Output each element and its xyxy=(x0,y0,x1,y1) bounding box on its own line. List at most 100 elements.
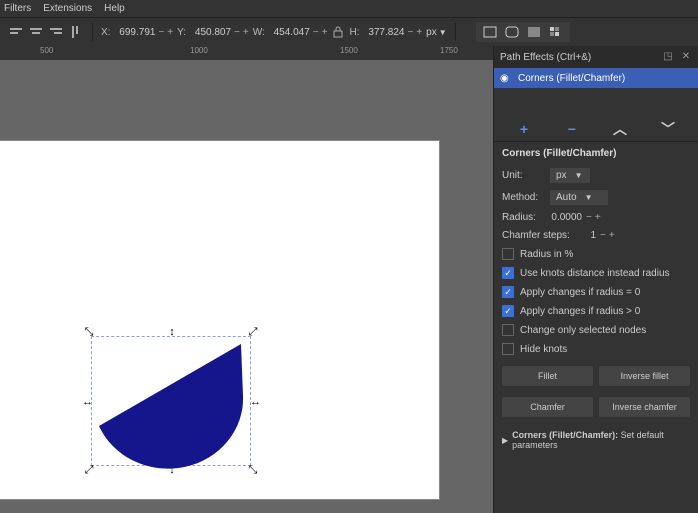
separator xyxy=(455,23,456,41)
path-effects-panel: Path Effects (Ctrl+&) ◳ ✕ ◉ Corners (Fil… xyxy=(493,46,698,513)
menu-extensions[interactable]: Extensions xyxy=(43,3,92,14)
unit-select[interactable]: px ▼ xyxy=(426,27,446,38)
panel-undock-icon[interactable]: ◳ xyxy=(662,51,674,63)
method-label: Method: xyxy=(502,192,544,203)
transform-group xyxy=(476,22,570,42)
h-value[interactable]: 377.824 xyxy=(362,27,404,38)
align-center-icon[interactable] xyxy=(28,24,44,40)
move-gradient-icon[interactable] xyxy=(526,24,542,40)
effect-list-item[interactable]: ◉ Corners (Fillet/Chamfer) xyxy=(494,68,698,88)
checkbox-icon xyxy=(502,248,514,260)
scale-stroke-icon[interactable] xyxy=(482,24,498,40)
chk-label: Use knots distance instead radius xyxy=(520,268,670,279)
w-value[interactable]: 454.047 xyxy=(268,27,310,38)
set-defaults[interactable]: ▶ Corners (Fillet/Chamfer): Set default … xyxy=(502,430,690,450)
chamfer-steps-row: Chamfer steps: 1 −+ xyxy=(502,230,690,241)
checkbox-icon: ✓ xyxy=(502,305,514,317)
chk-label: Hide knots xyxy=(520,344,567,355)
effect-actions: + − ︿ ﹀ xyxy=(494,116,698,142)
h-stepper[interactable]: −+ xyxy=(407,27,422,38)
move-up-button[interactable]: ︿ xyxy=(610,120,630,138)
align-right-icon[interactable] xyxy=(48,24,64,40)
unit-row: Unit: px ▼ xyxy=(502,168,690,183)
shape-path[interactable] xyxy=(91,336,251,471)
caret-down-icon: ▼ xyxy=(575,171,583,180)
radius-stepper[interactable]: −+ xyxy=(586,212,601,223)
ruler-tick: 500 xyxy=(40,46,53,55)
caret-down-icon: ▼ xyxy=(439,28,447,37)
x-coord: X: 699.791 −+ xyxy=(101,27,173,38)
chamfer-input[interactable]: 1 −+ xyxy=(582,230,615,241)
method-dropdown[interactable]: Auto ▼ xyxy=(550,190,608,205)
x-value[interactable]: 699.791 xyxy=(113,27,155,38)
params-heading: Corners (Fillet/Chamfer) xyxy=(502,148,690,159)
chk-label: Apply changes if radius > 0 xyxy=(520,306,640,317)
radius-label: Radius: xyxy=(502,212,544,223)
unit-label: Unit: xyxy=(502,170,544,181)
unit-value: px xyxy=(426,27,437,38)
ruler-tick: 1500 xyxy=(340,46,358,55)
chk-radius-pct[interactable]: Radius in % xyxy=(502,248,690,260)
menu-bar: Filters Extensions Help xyxy=(0,0,698,18)
align-left-icon[interactable] xyxy=(8,24,24,40)
y-coord: Y: 450.807 −+ xyxy=(177,27,249,38)
radius-input[interactable]: 0.0000 −+ xyxy=(550,212,601,223)
chk-apply-eq[interactable]: ✓ Apply changes if radius = 0 xyxy=(502,286,690,298)
add-effect-button[interactable]: + xyxy=(514,120,534,138)
radius-row: Radius: 0.0000 −+ xyxy=(502,212,690,223)
remove-effect-button[interactable]: − xyxy=(562,120,582,138)
chamfer-button[interactable]: Chamfer xyxy=(502,397,593,417)
chk-knots-distance[interactable]: ✓ Use knots distance instead radius xyxy=(502,267,690,279)
canvas[interactable]: ⤡ ↕ ⤢ ↔ ↔ ⤢ ↕ ⤡ xyxy=(0,140,440,500)
h-coord: H: 377.824 −+ xyxy=(349,27,422,38)
chamfer-stepper[interactable]: −+ xyxy=(600,230,615,241)
w-coord: W: 454.047 −+ xyxy=(253,27,328,38)
move-down-button[interactable]: ﹀ xyxy=(658,120,678,138)
chk-selected-only[interactable]: Change only selected nodes xyxy=(502,324,690,336)
handle-e[interactable]: ↔ xyxy=(250,397,260,407)
effect-params: Corners (Fillet/Chamfer) Unit: px ▼ Meth… xyxy=(494,142,698,456)
method-dd-value: Auto xyxy=(556,192,577,203)
align-top-icon[interactable] xyxy=(68,24,84,40)
w-stepper[interactable]: −+ xyxy=(313,27,328,38)
h-label: H: xyxy=(349,27,359,38)
y-value[interactable]: 450.807 xyxy=(189,27,231,38)
fillet-button[interactable]: Fillet xyxy=(502,366,593,386)
lock-icon[interactable] xyxy=(331,25,345,39)
workspace[interactable]: ⤡ ↕ ⤢ ↔ ↔ ⤢ ↕ ⤡ xyxy=(0,60,493,513)
visibility-icon[interactable]: ◉ xyxy=(500,73,512,84)
chk-hide-knots[interactable]: Hide knots xyxy=(502,343,690,355)
chamfer-value: 1 xyxy=(582,230,596,241)
panel-title: Path Effects (Ctrl+&) xyxy=(500,52,591,63)
effect-name: Corners (Fillet/Chamfer) xyxy=(518,73,625,84)
ruler-tick: 1000 xyxy=(190,46,208,55)
panel-close-icon[interactable]: ✕ xyxy=(680,51,692,63)
x-stepper[interactable]: −+ xyxy=(158,27,173,38)
radius-value: 0.0000 xyxy=(550,212,582,223)
move-pattern-icon[interactable] xyxy=(548,24,564,40)
chk-label: Radius in % xyxy=(520,249,573,260)
panel-titlebar: Path Effects (Ctrl+&) ◳ ✕ xyxy=(494,46,698,68)
separator xyxy=(92,23,93,41)
scale-corners-icon[interactable] xyxy=(504,24,520,40)
toolbar: X: 699.791 −+ Y: 450.807 −+ W: 454.047 −… xyxy=(0,18,698,46)
chk-label: Apply changes if radius = 0 xyxy=(520,287,640,298)
y-stepper[interactable]: −+ xyxy=(234,27,249,38)
defaults-prefix: Corners (Fillet/Chamfer): xyxy=(512,430,618,440)
chk-label: Change only selected nodes xyxy=(520,325,646,336)
inverse-chamfer-button[interactable]: Inverse chamfer xyxy=(599,397,690,417)
unit-dd-value: px xyxy=(556,170,567,181)
inverse-fillet-button[interactable]: Inverse fillet xyxy=(599,366,690,386)
menu-help[interactable]: Help xyxy=(104,3,125,14)
menu-filters[interactable]: Filters xyxy=(4,3,31,14)
chk-apply-gt[interactable]: ✓ Apply changes if radius > 0 xyxy=(502,305,690,317)
checkbox-icon: ✓ xyxy=(502,267,514,279)
method-row: Method: Auto ▼ xyxy=(502,190,690,205)
x-label: X: xyxy=(101,27,110,38)
caret-down-icon: ▼ xyxy=(585,193,593,202)
w-label: W: xyxy=(253,27,265,38)
y-label: Y: xyxy=(177,27,186,38)
checkbox-icon xyxy=(502,324,514,336)
checkbox-icon xyxy=(502,343,514,355)
unit-dropdown[interactable]: px ▼ xyxy=(550,168,590,183)
